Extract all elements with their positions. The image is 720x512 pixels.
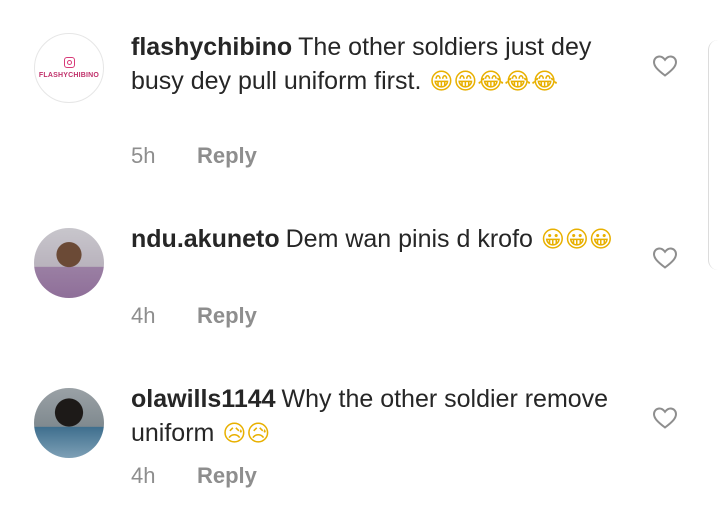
- heart-outline-icon[interactable]: [652, 246, 678, 270]
- comment-meta: 4h Reply: [131, 463, 257, 489]
- avatar-label: FLASHYCHIBINO: [38, 72, 100, 79]
- reply-button[interactable]: Reply: [197, 463, 257, 488]
- comment-text: flashychibino The other soldiers just dey…: [131, 30, 631, 99]
- reply-button[interactable]: Reply: [197, 303, 257, 328]
- comment-text: olawills1144 Why the other soldier remove…: [131, 382, 631, 451]
- avatar[interactable]: FLASHYCHIBINO: [34, 33, 104, 103]
- comment-username[interactable]: olawills1144: [131, 385, 276, 413]
- avatar[interactable]: [34, 228, 104, 298]
- comment-username[interactable]: flashychibino: [131, 33, 292, 61]
- comment-body: Dem wan pinis d krofo: [285, 225, 533, 253]
- heart-outline-icon[interactable]: [652, 406, 678, 430]
- avatar[interactable]: [34, 388, 104, 458]
- comment-emojis: 😁😁😂😂😂: [429, 69, 558, 95]
- comment-time: 5h: [131, 143, 156, 168]
- comment-text: ndu.akuneto Dem wan pinis d krofo 😀😀😀: [131, 222, 631, 257]
- comment-meta: 4h Reply: [131, 303, 257, 329]
- comment-time: 4h: [131, 303, 156, 328]
- scrollbar-edge[interactable]: [708, 40, 720, 270]
- comment-username[interactable]: ndu.akuneto: [131, 225, 280, 253]
- comment-time: 4h: [131, 463, 156, 488]
- reply-button[interactable]: Reply: [197, 143, 257, 168]
- comment-meta: 5h Reply: [131, 143, 257, 169]
- comment-emojis: 😥😥: [222, 421, 271, 447]
- heart-outline-icon[interactable]: [652, 54, 678, 78]
- instagram-glyph-icon: [63, 57, 75, 68]
- comment-emojis: 😀😀😀: [540, 227, 613, 253]
